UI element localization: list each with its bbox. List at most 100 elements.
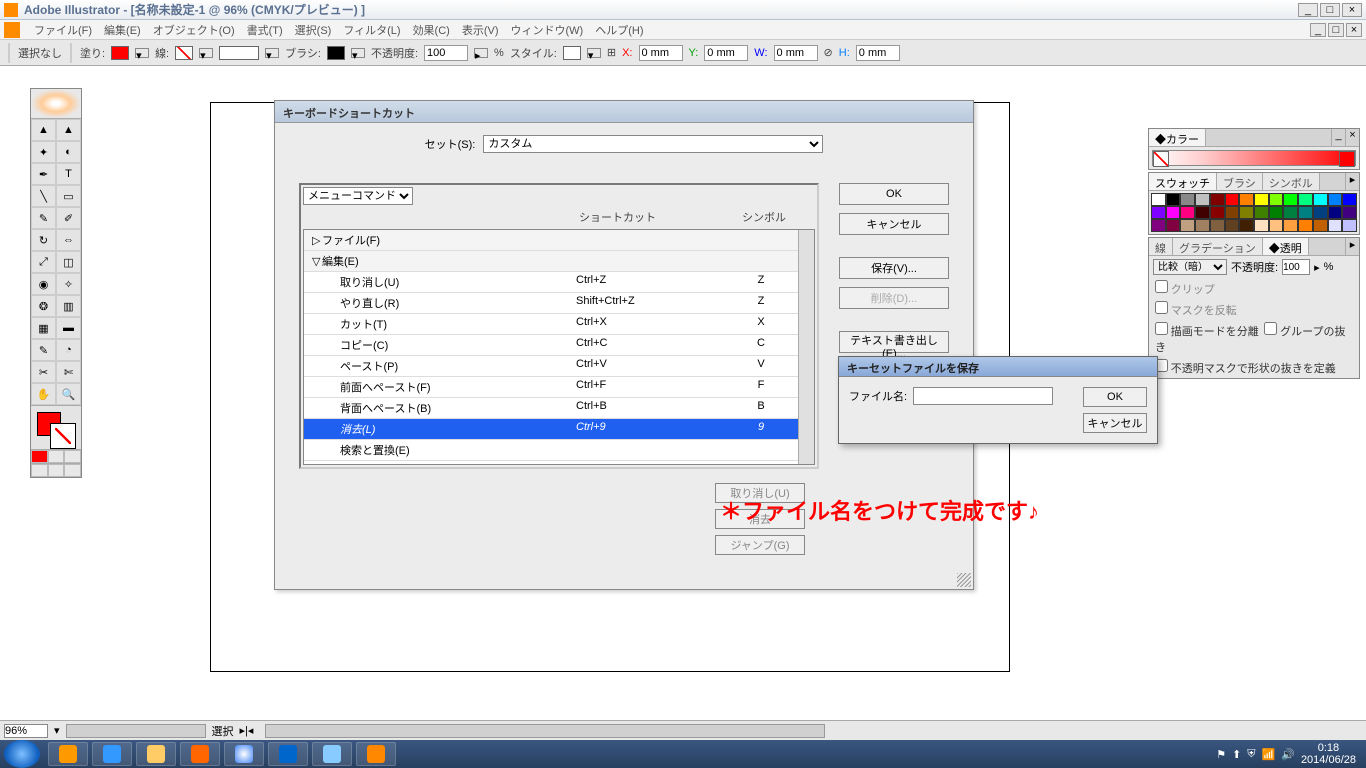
shortcut-row[interactable]: 前面へペースト(F)Ctrl+FF bbox=[304, 377, 814, 398]
swatch-color[interactable] bbox=[1239, 193, 1254, 206]
taskbar-app1[interactable] bbox=[180, 742, 220, 766]
filename-input[interactable] bbox=[913, 387, 1053, 405]
swatch-color[interactable] bbox=[1254, 219, 1269, 232]
free-transform-tool[interactable]: ✧ bbox=[56, 273, 81, 295]
tray-network-icon[interactable]: ⬆ bbox=[1232, 748, 1241, 761]
swatch-color[interactable] bbox=[1298, 206, 1313, 219]
menu-edit[interactable]: 編集(E) bbox=[98, 20, 147, 40]
y-input[interactable] bbox=[704, 45, 748, 61]
mesh-tool[interactable]: ▦ bbox=[31, 317, 56, 339]
type-tool[interactable]: T bbox=[56, 163, 81, 185]
tray-clock[interactable]: 0:182014/06/28 bbox=[1301, 742, 1356, 766]
swatch-color[interactable] bbox=[1269, 193, 1284, 206]
save-button[interactable]: 保存(V)... bbox=[839, 257, 949, 279]
jump-button[interactable]: ジャンプ(G) bbox=[715, 535, 805, 555]
opacity-input[interactable] bbox=[424, 45, 468, 61]
shortcut-row[interactable]: ▽編集(E) bbox=[304, 251, 814, 272]
panel-min-icon[interactable]: _ bbox=[1331, 129, 1345, 146]
tray-shield-icon[interactable]: ⛨ bbox=[1247, 748, 1255, 761]
swatch-color[interactable] bbox=[1210, 219, 1225, 232]
panel-opacity-input[interactable] bbox=[1282, 259, 1310, 275]
menu-select[interactable]: 選択(S) bbox=[289, 20, 338, 40]
blend-mode-select[interactable]: 比較（暗） bbox=[1153, 259, 1227, 275]
swatch-color[interactable] bbox=[1328, 193, 1343, 206]
swatch-color[interactable] bbox=[1283, 206, 1298, 219]
rect-tool[interactable]: ▭ bbox=[56, 185, 81, 207]
swatch-color[interactable] bbox=[1225, 219, 1240, 232]
shortcut-row[interactable]: 検索と置換(E) bbox=[304, 440, 814, 461]
tab-brushes[interactable]: ブラシ bbox=[1217, 173, 1263, 190]
swatch-color[interactable] bbox=[1195, 219, 1210, 232]
taskbar-chrome[interactable] bbox=[224, 742, 264, 766]
ok-button[interactable]: OK bbox=[839, 183, 949, 205]
link-icon[interactable]: ⊘ bbox=[824, 46, 833, 59]
gradient-mode-icon[interactable] bbox=[48, 450, 65, 463]
close-button[interactable]: × bbox=[1342, 3, 1362, 17]
system-tray[interactable]: ⚑ ⬆ ⛨ 📶 🔊 0:182014/06/28 bbox=[1216, 742, 1362, 766]
swatch-color[interactable] bbox=[1180, 206, 1195, 219]
menu-effect[interactable]: 効果(C) bbox=[407, 20, 456, 40]
h-scrollbar-main[interactable] bbox=[265, 724, 825, 738]
swatch-color[interactable] bbox=[1151, 206, 1166, 219]
reflect-tool[interactable]: ⇔ bbox=[56, 229, 81, 251]
resize-grip-icon[interactable] bbox=[957, 573, 971, 587]
isolate-checkbox[interactable] bbox=[1155, 322, 1168, 335]
swatch-color[interactable] bbox=[1254, 193, 1269, 206]
swatch-color[interactable] bbox=[1298, 219, 1313, 232]
w-input[interactable] bbox=[774, 45, 818, 61]
minimize-button[interactable]: _ bbox=[1298, 3, 1318, 17]
zoom-tool[interactable]: 🔍 bbox=[56, 383, 81, 405]
swatch-color[interactable] bbox=[1195, 206, 1210, 219]
tab-swatches[interactable]: スウォッチ bbox=[1149, 173, 1217, 190]
screen-mode-2[interactable] bbox=[48, 464, 65, 477]
shortcut-row[interactable]: 背面へペースト(B)Ctrl+BB bbox=[304, 398, 814, 419]
swatch-color[interactable] bbox=[1151, 193, 1166, 206]
shortcut-row[interactable]: カット(T)Ctrl+XX bbox=[304, 314, 814, 335]
graph-tool[interactable]: ▥ bbox=[56, 295, 81, 317]
swatch-color[interactable] bbox=[1239, 206, 1254, 219]
swatch-color[interactable] bbox=[1166, 219, 1181, 232]
swatch-color[interactable] bbox=[1313, 193, 1328, 206]
list-scrollbar[interactable] bbox=[798, 230, 814, 464]
wand-tool[interactable]: ✦ bbox=[31, 141, 56, 163]
style-swatch[interactable] bbox=[563, 46, 581, 60]
swatch-color[interactable] bbox=[1298, 193, 1313, 206]
stroke-weight[interactable] bbox=[219, 46, 259, 60]
stroke-color-icon[interactable] bbox=[51, 424, 75, 448]
menu-object[interactable]: オブジェクト(O) bbox=[147, 20, 241, 40]
menu-file[interactable]: ファイル(F) bbox=[28, 20, 98, 40]
swatch-color[interactable] bbox=[1195, 193, 1210, 206]
h-scrollbar-left[interactable] bbox=[66, 724, 206, 738]
h-input[interactable] bbox=[856, 45, 900, 61]
x-input[interactable] bbox=[639, 45, 683, 61]
tray-wifi-icon[interactable]: 📶 bbox=[1262, 748, 1276, 761]
shortcut-list[interactable]: ▷ファイル(F)▽編集(E)取り消し(U)Ctrl+ZZやり直し(R)Shift… bbox=[303, 229, 815, 465]
taskbar-explorer[interactable] bbox=[136, 742, 176, 766]
taskbar-wmp[interactable] bbox=[48, 742, 88, 766]
swatch-color[interactable] bbox=[1328, 206, 1343, 219]
swatch-grid[interactable] bbox=[1149, 191, 1359, 234]
tab-gradient[interactable]: グラデーション bbox=[1173, 238, 1263, 255]
shortcut-row[interactable]: 消去(L)Ctrl+99 bbox=[304, 419, 814, 440]
gradient-tool[interactable]: ▬ bbox=[56, 317, 81, 339]
shortcut-row[interactable]: コピー(C)Ctrl+CC bbox=[304, 335, 814, 356]
swatch-color[interactable] bbox=[1313, 206, 1328, 219]
save-cancel-button[interactable]: キャンセル bbox=[1083, 413, 1147, 433]
shortcut-row[interactable]: 取り消し(U)Ctrl+ZZ bbox=[304, 272, 814, 293]
swatch-color[interactable] bbox=[1342, 193, 1357, 206]
swatch-color[interactable] bbox=[1269, 219, 1284, 232]
swatch-color[interactable] bbox=[1269, 206, 1284, 219]
doc-close-button[interactable]: × bbox=[1346, 23, 1362, 37]
pencil-tool[interactable]: ✐ bbox=[56, 207, 81, 229]
swatch-color[interactable] bbox=[1225, 193, 1240, 206]
tray-flag-icon[interactable]: ⚑ bbox=[1216, 748, 1226, 761]
category-select[interactable]: メニューコマンド bbox=[303, 187, 413, 205]
doc-restore-button[interactable]: □ bbox=[1328, 23, 1344, 37]
menu-window[interactable]: ウィンドウ(W) bbox=[505, 20, 590, 40]
blend-tool[interactable]: ◔ bbox=[56, 339, 81, 361]
swatch-color[interactable] bbox=[1313, 219, 1328, 232]
taskbar-notepad[interactable] bbox=[312, 742, 352, 766]
export-button[interactable]: テキスト書き出し(E)... bbox=[839, 331, 949, 353]
swatch-color[interactable] bbox=[1328, 219, 1343, 232]
shortcut-row[interactable]: ▷ファイル(F) bbox=[304, 230, 814, 251]
